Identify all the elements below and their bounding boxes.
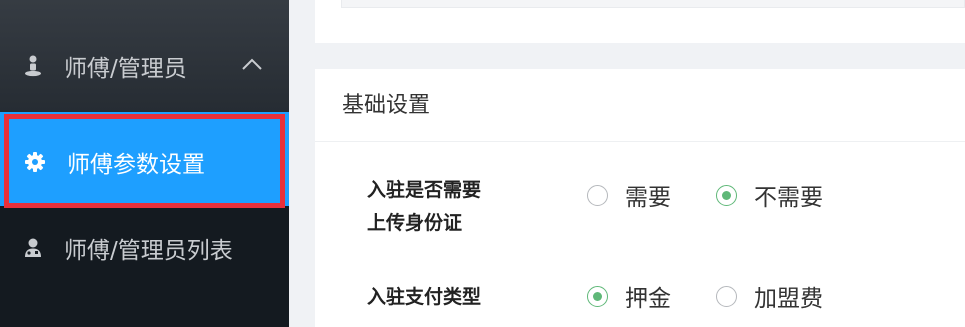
radio-label: 加盟费 [754, 286, 823, 312]
radio-label: 不需要 [754, 185, 823, 211]
radio-circle-checked[interactable] [716, 184, 737, 206]
user-doctor-icon [22, 238, 44, 258]
sidebar-group-master-admin[interactable]: 师傅/管理员 [0, 0, 289, 112]
basic-settings-card: 基础设置 入驻是否需要 上传身份证 需要 不需要 入驻支付类型 押金 加盟费 [315, 69, 965, 327]
radio-require-id-no[interactable]: 不需要 [716, 177, 823, 213]
sidebar-item-master-list[interactable]: 师傅/管理员列表 [22, 230, 233, 266]
radio-label: 需要 [625, 185, 671, 211]
main-content: 基础设置 入驻是否需要 上传身份证 需要 不需要 入驻支付类型 押金 加盟费 [289, 0, 965, 327]
sidebar-item-master-settings[interactable]: 师傅参数设置 [24, 144, 205, 180]
field-label-line: 入驻支付类型 [367, 286, 482, 308]
radio-payment-deposit[interactable]: 押金 [587, 278, 671, 314]
radio-circle-unchecked[interactable] [587, 184, 608, 206]
gear-icon [24, 152, 46, 172]
field-label-line: 上传身份证 [367, 212, 463, 234]
radio-label: 押金 [625, 286, 671, 312]
radio-circle-checked[interactable] [587, 285, 608, 307]
field-label-require-id-upload: 入驻是否需要 上传身份证 [367, 174, 537, 240]
sidebar-group-label: 师傅/管理员 [64, 56, 187, 82]
chevron-up-icon[interactable] [241, 56, 263, 72]
sidebar-item-label: 师傅参数设置 [67, 152, 205, 178]
sidebar-item-label: 师傅/管理员列表 [64, 238, 233, 264]
radio-payment-franchise-fee[interactable]: 加盟费 [716, 278, 823, 314]
card-title: 基础设置 [342, 93, 431, 118]
previous-card [315, 0, 965, 43]
radio-circle-unchecked[interactable] [716, 285, 737, 307]
field-label-payment-type: 入驻支付类型 [367, 281, 537, 314]
sidebar: 师傅/管理员 师傅参数设置 师傅/管理员列表 [0, 0, 289, 327]
card-header: 基础设置 [315, 69, 965, 142]
radio-require-id-yes[interactable]: 需要 [587, 177, 671, 213]
field-label-line: 入驻是否需要 [367, 179, 482, 201]
user-pin-icon [22, 55, 44, 77]
previous-card-content [341, 0, 965, 8]
sidebar-group-header[interactable]: 师傅/管理员 [22, 46, 187, 86]
